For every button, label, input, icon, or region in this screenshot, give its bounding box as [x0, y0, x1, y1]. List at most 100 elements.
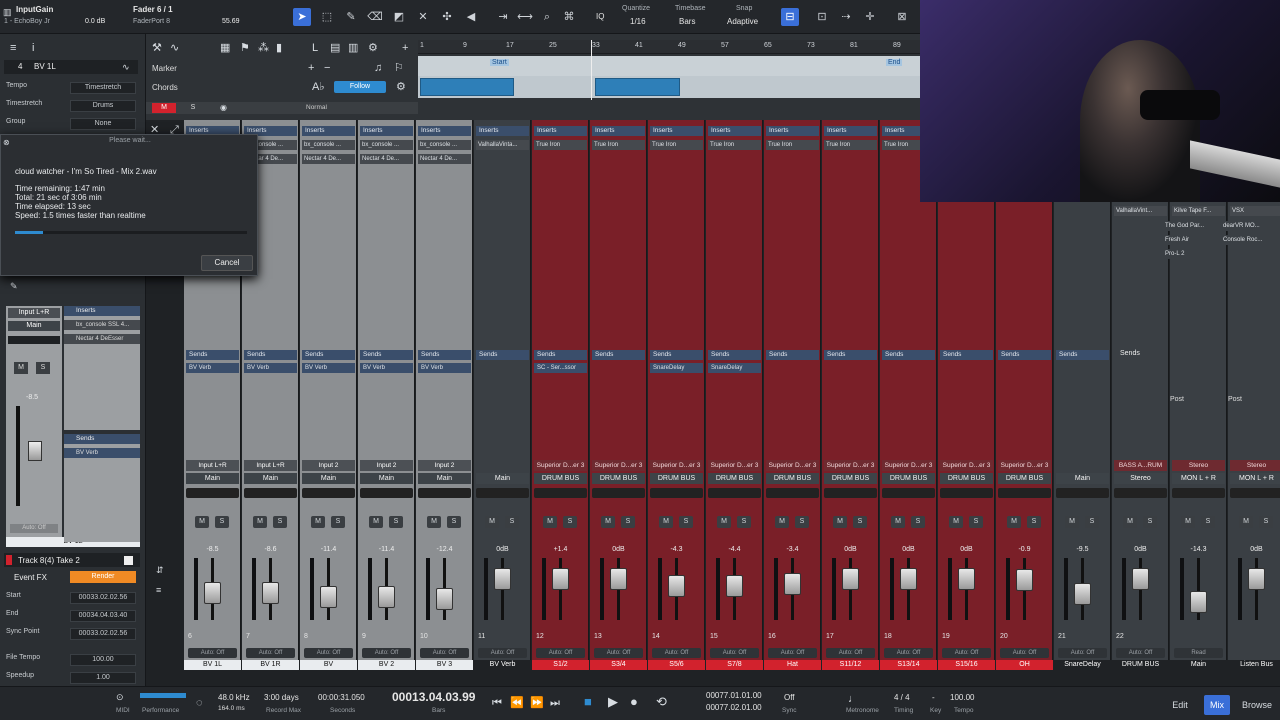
solo-button[interactable]: S — [1259, 516, 1273, 528]
input-select[interactable]: Superior D...er 3 — [534, 460, 587, 471]
volume-fader[interactable] — [784, 573, 801, 596]
snap-toggle-icon[interactable]: ⊟ — [781, 8, 799, 26]
pan-knob[interactable] — [824, 488, 877, 498]
insert-plugin[interactable]: bx_console ... — [418, 140, 471, 150]
fullscreen-icon[interactable]: ⊠ — [893, 8, 911, 26]
edit-view-button[interactable]: Edit — [1166, 695, 1194, 715]
mute-button[interactable]: M — [949, 516, 963, 528]
plugin-slot[interactable]: Fresh Air — [1162, 235, 1214, 245]
channel-name[interactable]: OH — [996, 660, 1053, 670]
pan-knob[interactable] — [244, 488, 297, 498]
automation-mode[interactable]: Auto: Off — [884, 648, 933, 658]
range-tool-icon[interactable]: ⬚ — [318, 8, 336, 26]
solo-button[interactable]: S — [795, 516, 809, 528]
output-select[interactable]: Main — [186, 473, 239, 484]
device-value[interactable]: 0.0 dB — [85, 18, 105, 25]
send-slot[interactable]: BV Verb — [302, 363, 355, 373]
output-select[interactable]: MON L + R — [1172, 473, 1225, 484]
pan-knob[interactable] — [1056, 488, 1109, 498]
output-select[interactable]: Main — [476, 473, 529, 484]
speedup-value[interactable]: 1.00 — [70, 672, 136, 684]
marker-remove-icon[interactable]: − — [324, 60, 330, 76]
post-label[interactable]: Post — [1228, 396, 1242, 403]
insert-plugin[interactable]: True Iron — [650, 140, 703, 150]
automation-mode[interactable]: Auto: Off — [710, 648, 759, 658]
volume-fader[interactable] — [436, 587, 453, 610]
tempo-select[interactable]: Timestretch — [70, 82, 136, 94]
pan-knob[interactable] — [708, 488, 761, 498]
mute-button[interactable]: M — [1123, 516, 1137, 528]
channel-name[interactable]: BV 1L — [184, 660, 241, 670]
snap-value[interactable]: Adaptive — [727, 17, 758, 26]
pan-knob[interactable] — [998, 488, 1051, 498]
channel-mute-button[interactable]: M — [14, 362, 28, 374]
automation-mode[interactable]: Auto: Off — [1058, 648, 1107, 658]
curve-icon[interactable]: ∿ — [170, 40, 179, 56]
menu-icon[interactable]: ≡ — [10, 40, 16, 56]
inserts-header[interactable]: Inserts — [476, 126, 529, 136]
send-slot[interactable]: SnareDelay — [650, 363, 703, 373]
send-slot[interactable]: BV Verb — [244, 363, 297, 373]
channel-name[interactable]: SnareDelay — [1054, 660, 1111, 670]
insert-plugin[interactable]: True Iron — [708, 140, 761, 150]
sends-header[interactable]: Sends — [882, 350, 935, 360]
cluster-icon[interactable]: ⁂ — [258, 40, 269, 56]
audio-event[interactable] — [595, 78, 680, 96]
channel-name[interactable]: S13/14 — [880, 660, 937, 670]
send-slot[interactable]: BV Verb — [418, 363, 471, 373]
solo-button[interactable]: S — [273, 516, 287, 528]
insert-plugin[interactable]: Nectar 4 De... — [360, 154, 413, 164]
chord-ab-icon[interactable]: A♭ — [312, 79, 325, 95]
inserts-header[interactable]: Inserts — [766, 126, 819, 136]
solo-button[interactable]: S — [1027, 516, 1041, 528]
insert-plugin[interactable]: True Iron — [824, 140, 877, 150]
mute-button[interactable]: M — [195, 516, 209, 528]
forward-icon[interactable]: ⏩ — [530, 695, 544, 711]
post-label[interactable]: Post — [1170, 396, 1184, 403]
channel-name[interactable]: BV — [300, 660, 357, 670]
sends-header[interactable]: Sends — [824, 350, 877, 360]
solo-button[interactable]: S — [505, 516, 519, 528]
mute-button[interactable]: M — [1239, 516, 1253, 528]
list-icon[interactable]: L — [312, 40, 318, 56]
event-checkbox[interactable] — [124, 556, 133, 565]
track-solo-button[interactable]: S — [188, 103, 198, 113]
seconds-value[interactable]: 00:00:31.050 — [318, 693, 365, 702]
add-track-icon[interactable]: + — [402, 40, 408, 56]
note-icon[interactable]: ♫ — [374, 60, 382, 76]
output-select[interactable]: MON L + R — [1230, 473, 1280, 484]
pan-knob[interactable] — [766, 488, 819, 498]
loop-end-icon[interactable]: ⏭ — [550, 695, 560, 711]
solo-button[interactable]: S — [969, 516, 983, 528]
volume-fader[interactable] — [1074, 583, 1091, 606]
tool-b-icon[interactable]: ⇢ — [837, 8, 855, 26]
volume-fader[interactable] — [726, 575, 743, 598]
solo-button[interactable]: S — [621, 516, 635, 528]
plugin-slot[interactable]: The God Par... — [1162, 221, 1214, 231]
insert-plugin[interactable]: ValhallaVinta... — [476, 140, 529, 150]
mute-button[interactable]: M — [891, 516, 905, 528]
nav-bars-icon[interactable]: ≡ — [156, 582, 161, 598]
mute-tool-icon[interactable]: ✕ — [414, 8, 432, 26]
sync-value[interactable]: Off — [784, 693, 795, 702]
output-select[interactable]: DRUM BUS — [940, 473, 993, 484]
loop-start-icon[interactable]: ⏮ — [492, 695, 502, 711]
channel-name[interactable]: Listen Bus — [1228, 660, 1280, 670]
chord-tool-icon[interactable]: ⚙ — [396, 79, 406, 95]
output-select[interactable]: DRUM BUS — [534, 473, 587, 484]
mute-button[interactable]: M — [427, 516, 441, 528]
group-select[interactable]: None — [70, 118, 136, 130]
tool-a-icon[interactable]: ⊡ — [813, 8, 831, 26]
marker-flag-icon[interactable]: ⚐ — [394, 60, 404, 76]
inserts-header[interactable]: Inserts — [418, 126, 471, 136]
sends-header[interactable]: Sends — [650, 350, 703, 360]
end-marker[interactable]: End — [886, 59, 903, 66]
end-value[interactable]: 00034.04.03.40 — [70, 610, 136, 622]
automation-mode[interactable]: Auto: Off — [188, 648, 237, 658]
volume-fader[interactable] — [842, 568, 859, 590]
pan-knob[interactable] — [534, 488, 587, 498]
insert-plugin[interactable]: VSX — [1230, 206, 1280, 216]
loop-icon[interactable]: ⟲ — [656, 694, 667, 710]
output-select[interactable]: Main — [360, 473, 413, 484]
inserts-header[interactable]: Inserts — [64, 306, 140, 316]
